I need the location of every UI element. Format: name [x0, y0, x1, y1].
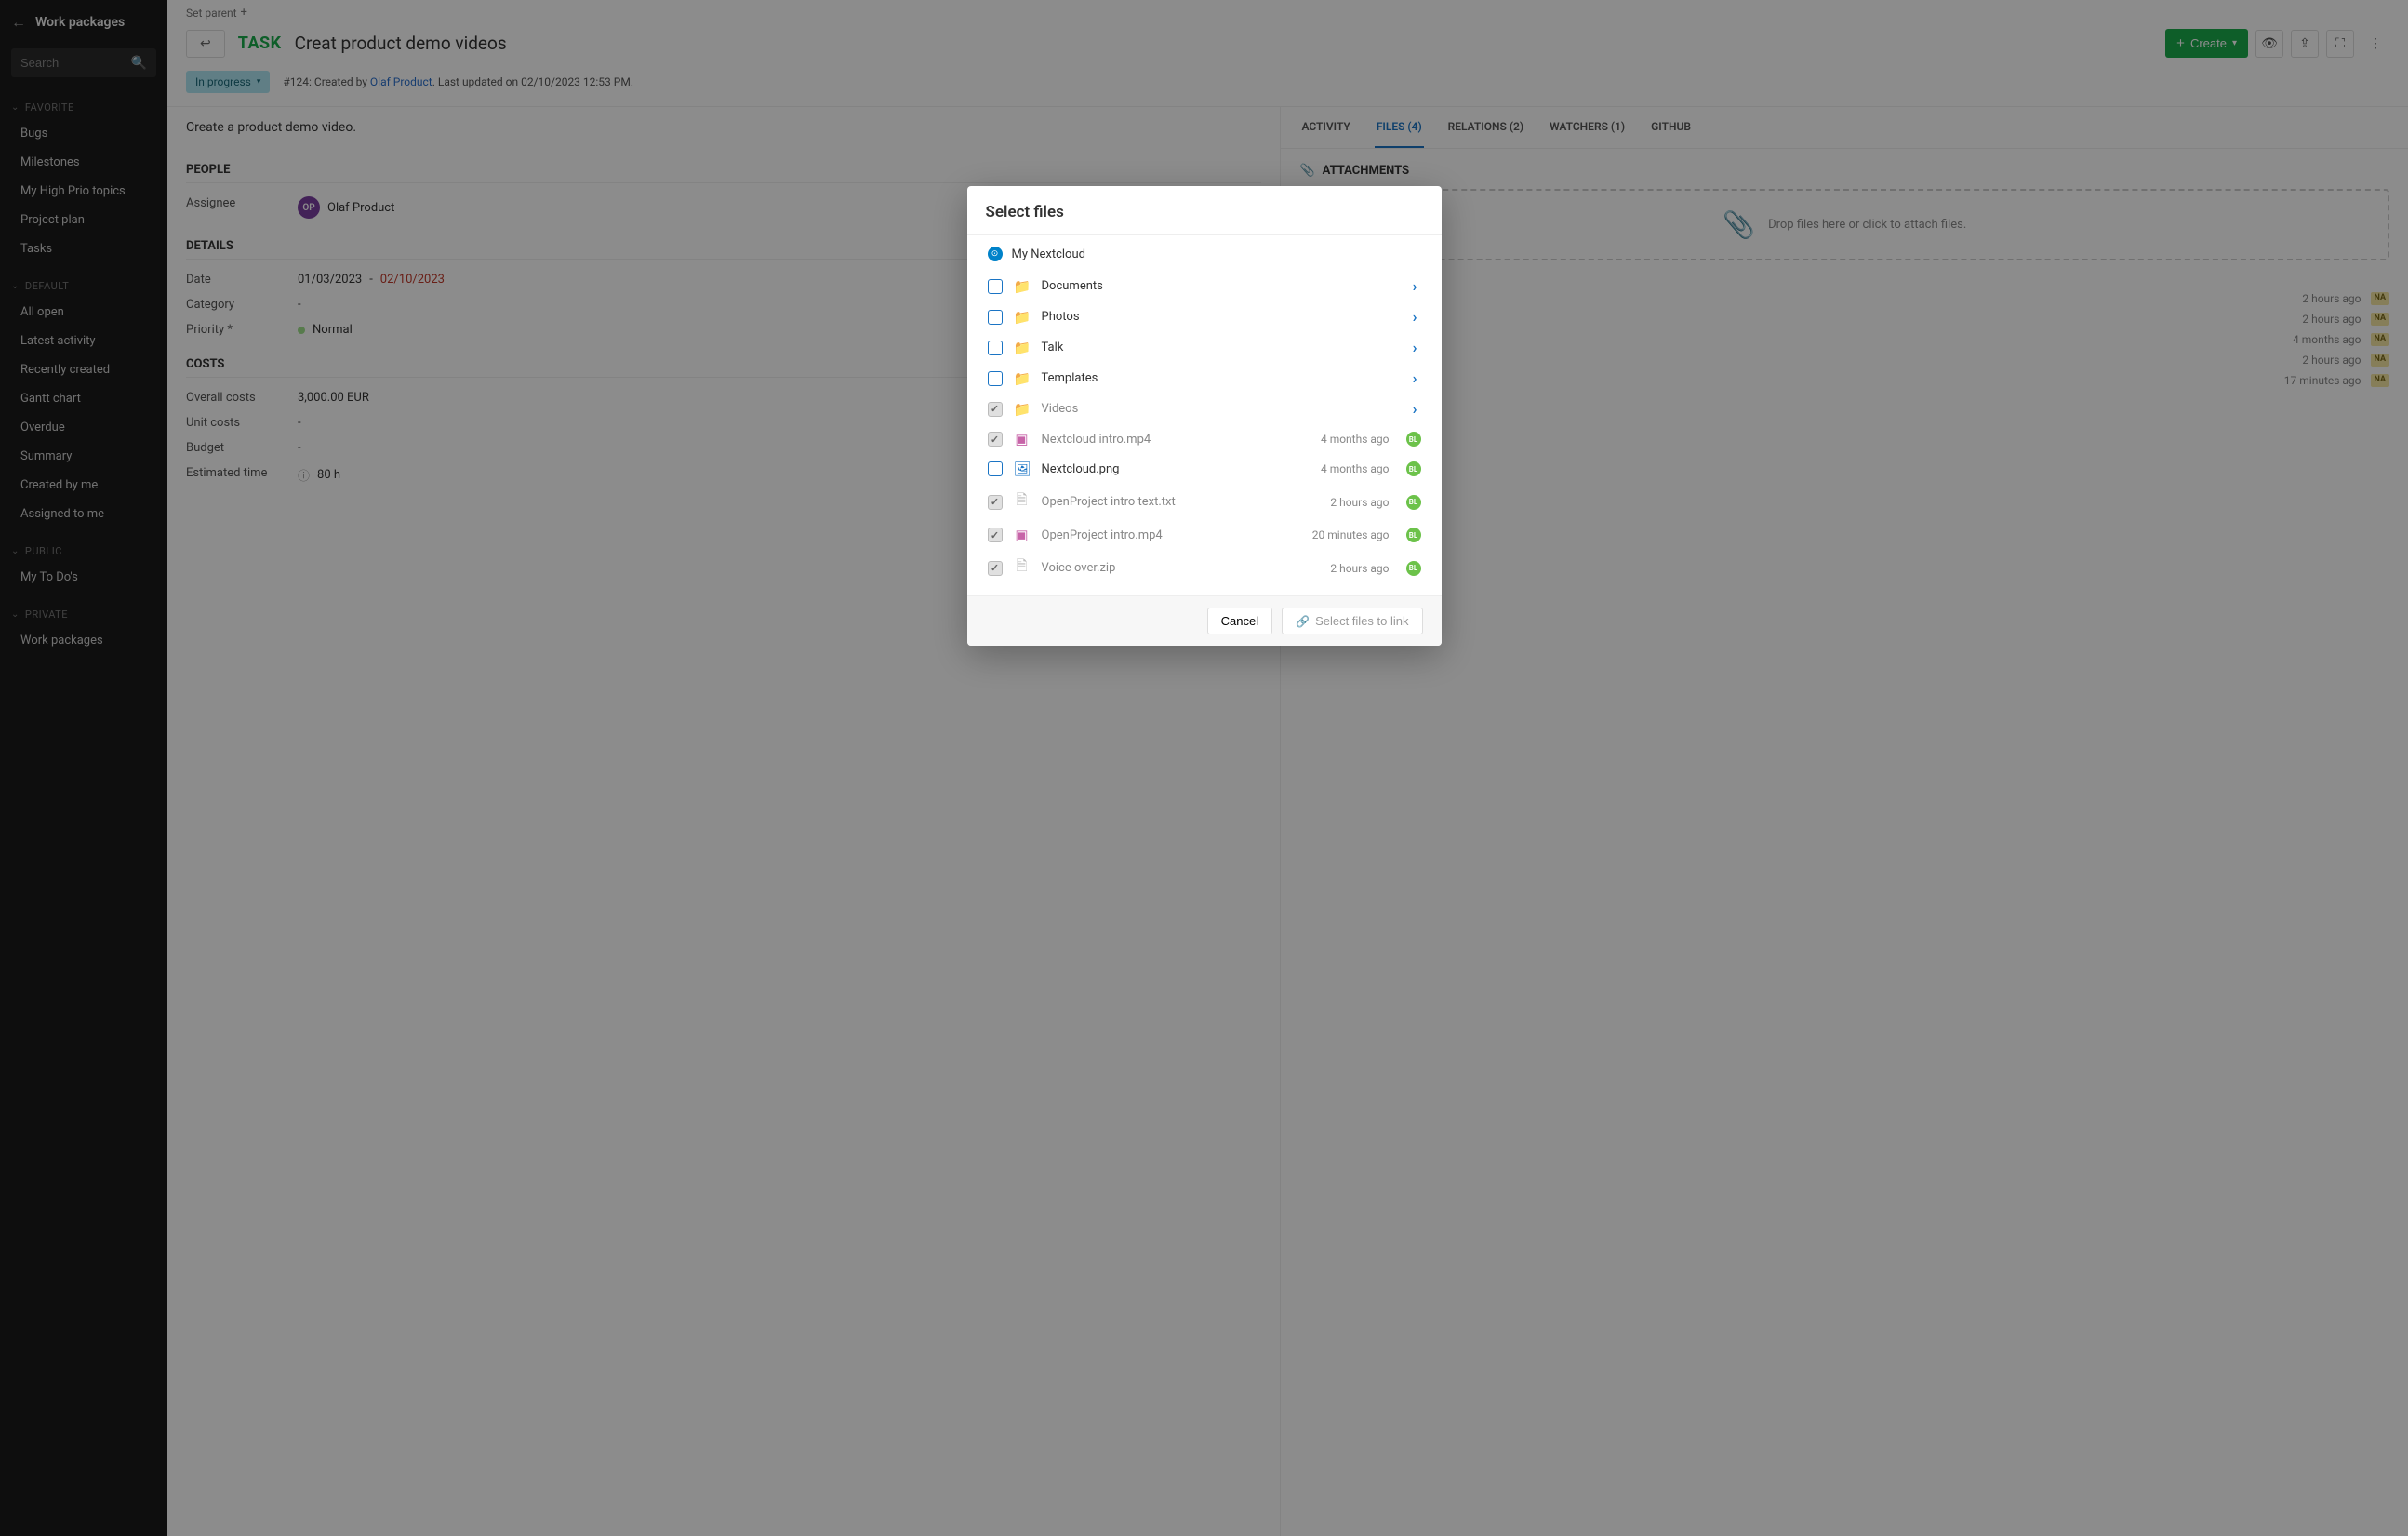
file-name: Documents — [1042, 279, 1402, 293]
chevron-right-icon[interactable]: › — [1413, 308, 1421, 326]
file-name: Videos — [1042, 402, 1402, 416]
file-time: 2 hours ago — [1330, 496, 1389, 509]
chevron-right-icon[interactable]: › — [1413, 400, 1421, 418]
file-time: 4 months ago — [1321, 433, 1390, 446]
video-icon: ▣ — [1014, 527, 1031, 543]
folder-row[interactable]: 📁 Videos › — [986, 394, 1423, 424]
video-icon: ▣ — [1014, 431, 1031, 447]
text-icon: 🗎 — [1014, 490, 1031, 514]
file-time: 2 hours ago — [1330, 562, 1389, 575]
modal-title: Select files — [967, 186, 1442, 235]
folder-row[interactable]: 📁 Templates › — [986, 363, 1423, 394]
text-icon: 🗎 — [1014, 556, 1031, 580]
avatar: BL — [1406, 561, 1421, 576]
folder-row[interactable]: 📁 Photos › — [986, 301, 1423, 332]
folder-icon: 📁 — [1014, 401, 1031, 418]
image-icon: 🖼 — [1014, 461, 1031, 477]
folder-icon: 📁 — [1014, 370, 1031, 387]
avatar: BL — [1406, 528, 1421, 542]
avatar: BL — [1406, 432, 1421, 447]
chevron-right-icon[interactable]: › — [1413, 277, 1421, 295]
file-checkbox[interactable] — [988, 402, 1003, 417]
file-time: 4 months ago — [1321, 462, 1390, 475]
file-checkbox[interactable] — [988, 461, 1003, 476]
file-time: 20 minutes ago — [1312, 528, 1390, 541]
folder-icon: 📁 — [1014, 309, 1031, 326]
file-checkbox[interactable] — [988, 495, 1003, 510]
chevron-right-icon[interactable]: › — [1413, 369, 1421, 387]
avatar: BL — [1406, 461, 1421, 476]
storage-breadcrumb[interactable]: ⊙ My Nextcloud — [986, 247, 1423, 261]
file-checkbox[interactable] — [988, 561, 1003, 576]
chevron-right-icon[interactable]: › — [1413, 339, 1421, 356]
file-name: Voice over.zip — [1042, 561, 1320, 575]
link-icon: 🔗 — [1296, 615, 1310, 628]
folder-row[interactable]: 📁 Documents › — [986, 271, 1423, 301]
file-row[interactable]: 🗎 Voice over.zip 2 hours ago BL — [986, 550, 1423, 586]
file-row[interactable]: ▣ Nextcloud intro.mp4 4 months ago BL — [986, 424, 1423, 454]
file-checkbox[interactable] — [988, 371, 1003, 386]
file-name: Templates — [1042, 371, 1402, 385]
file-row[interactable]: 🖼 Nextcloud.png 4 months ago BL — [986, 454, 1423, 484]
file-checkbox[interactable] — [988, 310, 1003, 325]
select-files-to-link-button[interactable]: 🔗 Select files to link — [1282, 608, 1422, 634]
file-checkbox[interactable] — [988, 279, 1003, 294]
file-checkbox[interactable] — [988, 528, 1003, 542]
file-name: OpenProject intro text.txt — [1042, 495, 1320, 509]
avatar: BL — [1406, 495, 1421, 510]
folder-icon: 📁 — [1014, 278, 1031, 295]
file-name: Photos — [1042, 310, 1402, 324]
folder-row[interactable]: 📁 Talk › — [986, 332, 1423, 363]
file-name: Nextcloud intro.mp4 — [1042, 433, 1310, 447]
folder-icon: 📁 — [1014, 340, 1031, 356]
cancel-button[interactable]: Cancel — [1207, 608, 1272, 634]
file-name: OpenProject intro.mp4 — [1042, 528, 1301, 542]
file-row[interactable]: ▣ OpenProject intro.mp4 20 minutes ago BL — [986, 520, 1423, 550]
file-name: Nextcloud.png — [1042, 462, 1310, 476]
file-name: Talk — [1042, 341, 1402, 354]
select-files-modal: Select files ⊙ My Nextcloud 📁Documents›📁… — [967, 186, 1442, 646]
modal-overlay[interactable]: Select files ⊙ My Nextcloud 📁Documents›📁… — [0, 0, 2408, 1536]
file-checkbox[interactable] — [988, 341, 1003, 355]
file-checkbox[interactable] — [988, 432, 1003, 447]
file-row[interactable]: 🗎 OpenProject intro text.txt 2 hours ago BL — [986, 484, 1423, 520]
nextcloud-icon: ⊙ — [988, 247, 1003, 261]
